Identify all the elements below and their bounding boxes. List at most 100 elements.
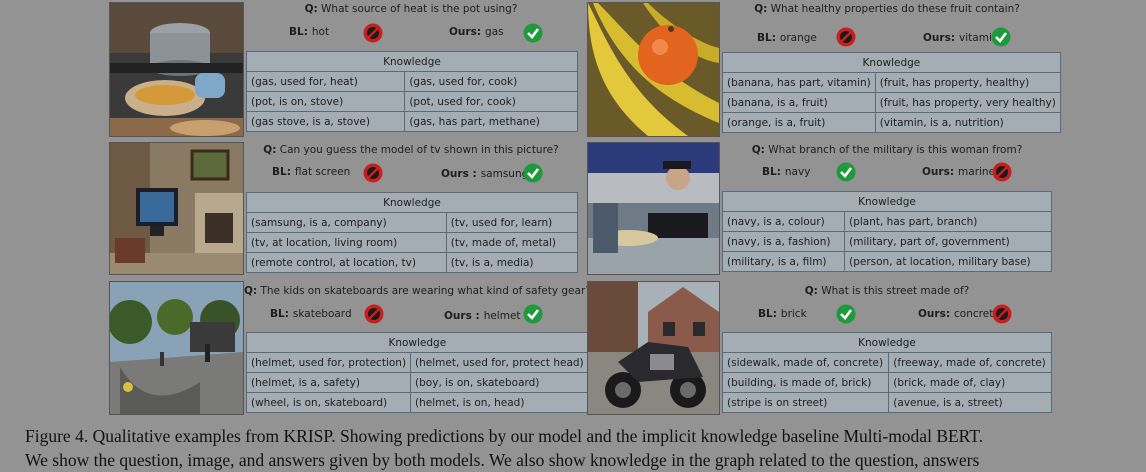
knowledge-header: Knowledge [246,51,578,72]
table-row: (remote control, at location, tv) (tv, is… [246,252,579,273]
military-woman-image [587,142,720,275]
knowledge-cell: (orange, is a, fruit) [722,112,876,133]
knowledge-header: Knowledge [722,52,1061,73]
question: Q: What source of heat is the pot using? [304,3,518,15]
knowledge-cell: (gas, used for, heat) [245,71,406,92]
question: Q: What branch of the military is this w… [751,144,1023,156]
table-row: (stripe is on street) (avenue, is a, stre… [721,392,1052,413]
knowledge-cell: (tv, is a, media) [445,252,579,273]
question: Q: Can you guess the model of tv shown i… [263,144,559,156]
knowledge-cell: (gas stove, is a, stove) [245,111,406,132]
baseline-answer: BL: brick [758,308,807,320]
knowledge-cell: (pot, used for, cook) [404,91,578,112]
wrong-icon [992,162,1012,182]
question: Q: What is this street made of? [804,285,970,297]
wrong-icon [364,304,384,324]
knowledge-cell: (helmet, used for, protection) [245,352,412,373]
table-row: (gas, used for, heat) (gas, used for, coo… [245,71,578,92]
ours-answer: Ours: vitamin [923,32,999,44]
knowledge-cell: (boy, is on, skateboard) [410,372,589,393]
check-icon [836,162,856,182]
table-row: (samsung, is a, company) (tv, used for, l… [246,212,579,233]
knowledge-table: Knowledge (helmet, used for, protection)… [245,332,589,413]
wrong-icon [836,27,856,47]
knowledge-cell: (person, at location, military base) [844,251,1052,272]
knowledge-cell: (military, is a, film) [721,251,846,272]
baseline-answer: BL: hot [289,26,330,38]
knowledge-table: Knowledge (navy, is a, colour) (plant, ha… [721,191,1052,272]
knowledge-cell: (fruit, has property, healthy) [874,72,1061,93]
table-row: (navy, is a, fashion) (military, part of,… [721,231,1052,252]
knowledge-cell: (navy, is a, fashion) [721,231,846,252]
knowledge-header: Knowledge [722,191,1052,212]
table-row: (wheel, is on, skateboard) (helmet, is on… [245,392,589,413]
knowledge-cell: (stripe is on street) [721,392,890,413]
knowledge-cell: (fruit, has property, very healthy) [874,92,1061,113]
table-row: (pot, is on, stove) (pot, used for, cook) [245,91,578,112]
knowledge-cell: (freeway, made of, concrete) [888,352,1052,373]
knowledge-cell: (tv, made of, metal) [445,232,579,253]
baseline-answer: BL: navy [762,166,811,178]
table-row: (tv, at location, living room) (tv, made … [246,232,579,253]
knowledge-table: Knowledge (sidewalk, made of, concrete)(… [721,332,1052,413]
ours-answer: Ours : samsung [441,168,529,180]
table-row: (sidewalk, made of, concrete) (freeway, m… [721,352,1052,373]
knowledge-cell: (wheel, is on, skateboard) [245,392,412,413]
ours-answer: Ours: marine [922,166,996,178]
table-row: (building, is made of, brick) (brick, mad… [721,372,1052,393]
banana-orange-image [587,2,720,137]
check-icon [523,163,543,183]
check-icon [523,23,543,43]
knowledge-cell: (helmet, is a, safety) [245,372,412,393]
knowledge-table: Knowledge (samsung, is a, company) (tv, u… [246,192,579,273]
table-row: (gas stove, is a, stove) (gas, has part, … [245,111,578,132]
baseline-answer: BL: flat screen [272,166,351,178]
question: Q: What healthy properties do these frui… [754,3,1020,15]
knowledge-cell: (tv, used for, learn) [445,212,579,233]
knowledge-header: Knowledge [722,332,1052,353]
table-row: (helmet, used for, protection) (helmet, u… [245,352,589,373]
knowledge-header: Knowledge [246,332,589,353]
knowledge-cell: (banana, has part, vitamin) [722,72,876,93]
table-row: (military, is a, film) (person, at locati… [721,251,1052,272]
baseline-answer: BL: skateboard [270,308,352,320]
knowledge-table: Knowledge (banana, has part, vitamin) (fr… [722,52,1061,133]
ours-answer: Ours: gas [449,26,504,38]
question: Q: The kids on skateboards are wearing w… [244,285,591,297]
knowledge-header: Knowledge [246,192,578,213]
knowledge-cell: (brick, made of, clay) [888,372,1052,393]
table-row: (orange, is a, fruit) (vitamin, is a, nut… [722,112,1061,133]
table-row: (banana, has part, vitamin) (fruit, has p… [722,72,1061,93]
knowledge-table: Knowledge (gas, used for, heat) (gas, use… [245,51,578,132]
skatepark-image [109,281,244,415]
knowledge-cell: (helmet, used for, protect head) [410,352,589,373]
check-icon [523,304,543,324]
caption-line: We show the question, image, and answers… [25,450,980,470]
motorcycle-street-image [587,281,720,415]
check-icon [991,27,1011,47]
figure-caption: Figure 4. Qualitative examples from KRIS… [25,424,1125,472]
knowledge-cell: (gas, has part, methane) [404,111,578,132]
knowledge-cell: (remote control, at location, tv) [246,252,447,273]
knowledge-cell: (building, is made of, brick) [721,372,890,393]
living-room-tv-image [109,142,244,275]
check-icon [836,304,856,324]
knowledge-cell: (vitamin, is a, nutrition) [874,112,1061,133]
knowledge-cell: (samsung, is a, company) [246,212,447,233]
table-row: (banana, is a, fruit) (fruit, has propert… [722,92,1061,113]
baseline-answer: BL: orange [757,32,817,44]
table-row: (navy, is a, colour) (plant, has part, br… [721,211,1052,232]
table-row: (helmet, is a, safety) (boy, is on, skate… [245,372,589,393]
wrong-icon [363,23,383,43]
knowledge-cell: (tv, at location, living room) [246,232,447,253]
knowledge-cell: (pot, is on, stove) [245,91,406,112]
knowledge-cell: (banana, is a, fruit) [722,92,876,113]
knowledge-cell: (sidewalk, made of, concrete) [721,352,890,373]
knowledge-cell: (avenue, is a, street) [888,392,1052,413]
caption-line: Figure 4. Qualitative examples from KRIS… [25,426,984,446]
kitchen-pot-image [109,2,244,137]
knowledge-cell: (helmet, is on, head) [410,392,589,413]
knowledge-cell: (military, part of, government) [844,231,1052,252]
knowledge-cell: (navy, is a, colour) [721,211,846,232]
knowledge-cell: (gas, used for, cook) [404,71,578,92]
